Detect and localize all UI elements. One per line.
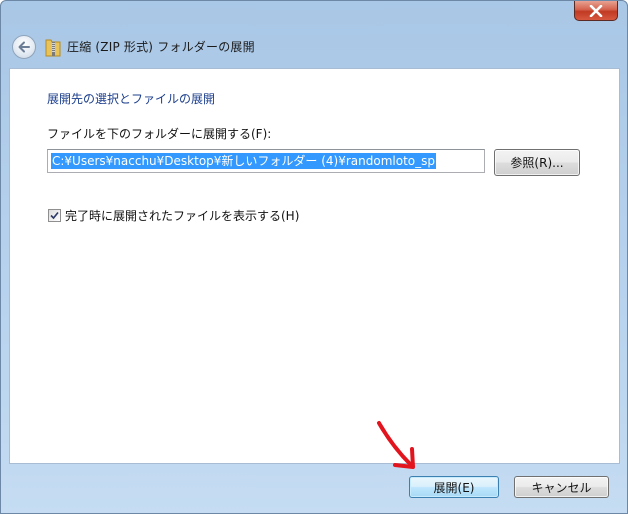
close-button[interactable]: [574, 1, 618, 21]
zip-folder-icon: [45, 39, 61, 57]
extract-dialog-window: 圧縮 (ZIP 形式) フォルダーの展開 展開先の選択とファイルの展開 ファイル…: [0, 0, 628, 514]
extract-button[interactable]: 展開(E): [409, 476, 499, 498]
section-title: 展開先の選択とファイルの展開: [47, 92, 216, 106]
window-title: 圧縮 (ZIP 形式) フォルダーの展開: [67, 40, 255, 54]
annotation-arrow-icon: [377, 421, 415, 469]
close-icon: [589, 4, 603, 17]
back-button[interactable]: [12, 35, 36, 59]
destination-label: ファイルを下のフォルダーに展開する(F):: [47, 127, 272, 141]
show-files-label: 完了時に展開されたファイルを表示する(H): [65, 209, 300, 223]
destination-path-input[interactable]: C:¥Users¥nacchu¥Desktop¥新しいフォルダー (4)¥ran…: [47, 149, 485, 173]
show-files-option[interactable]: 完了時に展開されたファイルを表示する(H): [48, 207, 299, 224]
show-files-checkbox[interactable]: [48, 209, 61, 222]
browse-button[interactable]: 参照(R)...: [494, 149, 580, 176]
cancel-button[interactable]: キャンセル: [514, 476, 609, 498]
content-panel: 展開先の選択とファイルの展開 ファイルを下のフォルダーに展開する(F): C:¥…: [9, 68, 620, 464]
checkmark-icon: [50, 211, 59, 220]
back-arrow-icon: [18, 41, 30, 53]
destination-path-text: C:¥Users¥nacchu¥Desktop¥新しいフォルダー (4)¥ran…: [51, 153, 436, 169]
